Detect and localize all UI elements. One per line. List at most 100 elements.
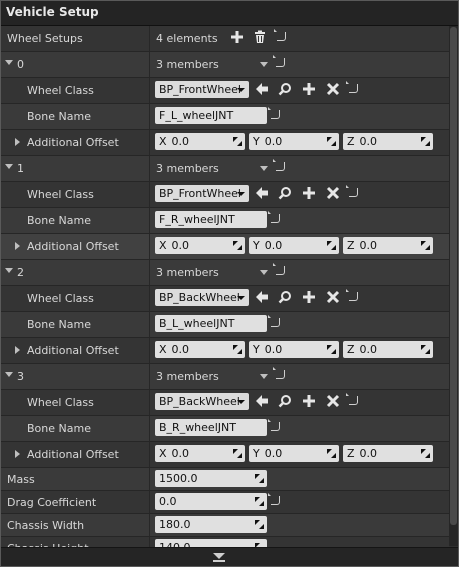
reset-to-default-icon[interactable] xyxy=(346,81,358,93)
expand-advanced-icon[interactable] xyxy=(213,553,225,559)
offset-z-field[interactable]: Z 0.0 xyxy=(343,445,433,462)
bone-name-field[interactable]: F_R_wheelJNT xyxy=(155,211,267,228)
drag-handle-icon xyxy=(421,345,430,354)
arrow-left-icon[interactable] xyxy=(255,186,269,200)
offset-z-field[interactable]: Z 0.0 xyxy=(343,341,433,358)
arrow-left-icon[interactable] xyxy=(255,394,269,408)
wheel-class-combo[interactable]: BP_BackWheel xyxy=(155,289,249,306)
offset-x-field[interactable]: X 0.0 xyxy=(155,237,245,254)
arrow-left-icon[interactable] xyxy=(255,82,269,96)
additional-offset-label: Additional Offset xyxy=(27,136,119,149)
offset-x-field[interactable]: X 0.0 xyxy=(155,133,245,150)
chevron-down-icon xyxy=(237,296,245,300)
drag-handle-icon xyxy=(255,497,264,506)
row-bone-name: Bone Name F_L_wheelJNT xyxy=(1,104,449,130)
chevron-down-icon[interactable] xyxy=(260,62,268,67)
triangle-down-icon[interactable] xyxy=(5,268,13,273)
offset-x-field[interactable]: X 0.0 xyxy=(155,445,245,462)
wheel-index: 0 xyxy=(17,58,24,71)
magnifier-icon[interactable] xyxy=(278,290,292,304)
bone-name-label: Bone Name xyxy=(27,214,91,227)
triangle-right-icon[interactable] xyxy=(15,138,20,146)
drag-handle-icon xyxy=(421,137,430,146)
chevron-down-icon xyxy=(237,192,245,196)
triangle-down-icon[interactable] xyxy=(5,372,13,377)
drag-handle-icon xyxy=(255,520,264,529)
bone-name-field[interactable]: B_L_wheelJNT xyxy=(155,315,267,332)
row-chassis-width: Chassis Width 180.0 xyxy=(1,514,449,537)
triangle-down-icon[interactable] xyxy=(5,164,13,169)
bone-name-label: Bone Name xyxy=(27,110,91,123)
offset-z-field[interactable]: Z 0.0 xyxy=(343,133,433,150)
plus-icon[interactable] xyxy=(302,290,316,304)
triangle-right-icon[interactable] xyxy=(15,450,20,458)
category-title: Vehicle Setup xyxy=(6,5,99,19)
chassis-width-field[interactable]: 180.0 xyxy=(155,516,267,533)
x-icon[interactable] xyxy=(326,82,340,96)
x-icon[interactable] xyxy=(326,394,340,408)
reset-to-default-icon[interactable] xyxy=(274,29,286,41)
mass-field[interactable]: 1500.0 xyxy=(155,470,267,487)
chevron-down-icon[interactable] xyxy=(260,374,268,379)
wheel-class-combo[interactable]: BP_BackWheel xyxy=(155,393,249,410)
trash-icon[interactable] xyxy=(253,30,267,44)
drag-handle-icon xyxy=(421,449,430,458)
triangle-right-icon[interactable] xyxy=(15,346,20,354)
reset-to-default-icon[interactable] xyxy=(273,159,285,171)
offset-z-field[interactable]: Z 0.0 xyxy=(343,237,433,254)
offset-x-field[interactable]: X 0.0 xyxy=(155,341,245,358)
plus-icon[interactable] xyxy=(302,82,316,96)
plus-icon[interactable] xyxy=(302,186,316,200)
row-wheel-1[interactable]: 1 3 members xyxy=(1,156,449,182)
plus-icon[interactable] xyxy=(230,30,244,44)
chassis-width-label: Chassis Width xyxy=(7,519,85,532)
drag-coefficient-field[interactable]: 0.0 xyxy=(155,493,267,510)
wheel-setups-label: Wheel Setups xyxy=(7,32,83,45)
x-icon[interactable] xyxy=(326,290,340,304)
x-icon[interactable] xyxy=(326,186,340,200)
offset-y-field[interactable]: Y 0.0 xyxy=(249,133,339,150)
reset-to-default-icon[interactable] xyxy=(273,55,285,67)
row-wheel-2[interactable]: 2 3 members xyxy=(1,260,449,286)
wheel-class-combo[interactable]: BP_FrontWheel xyxy=(155,185,249,202)
bone-name-field[interactable]: F_L_wheelJNT xyxy=(155,107,267,124)
plus-icon[interactable] xyxy=(302,394,316,408)
reset-to-default-icon[interactable] xyxy=(346,393,358,405)
triangle-right-icon[interactable] xyxy=(15,242,20,250)
reset-to-default-icon[interactable] xyxy=(268,315,280,327)
drag-handle-icon xyxy=(255,474,264,483)
wheel-class-combo[interactable]: BP_FrontWheel xyxy=(155,81,249,98)
reset-to-default-icon[interactable] xyxy=(268,107,280,119)
wheel-class-label: Wheel Class xyxy=(27,292,94,305)
reset-to-default-icon[interactable] xyxy=(268,493,280,505)
offset-y-field[interactable]: Y 0.0 xyxy=(249,445,339,462)
magnifier-icon[interactable] xyxy=(278,82,292,96)
chevron-down-icon[interactable] xyxy=(260,270,268,275)
reset-to-default-icon[interactable] xyxy=(273,367,285,379)
magnifier-icon[interactable] xyxy=(278,186,292,200)
reset-to-default-icon[interactable] xyxy=(346,185,358,197)
reset-to-default-icon[interactable] xyxy=(268,419,280,431)
show-advanced-expander[interactable] xyxy=(1,547,458,566)
row-wheel-class: Wheel Class BP_BackWheel xyxy=(1,390,449,416)
row-bone-name: Bone Name B_L_wheelJNT xyxy=(1,312,449,338)
bone-name-field[interactable]: B_R_wheelJNT xyxy=(155,419,267,436)
scrollbar-thumb[interactable] xyxy=(450,27,457,525)
magnifier-icon[interactable] xyxy=(278,394,292,408)
members-count: 3 members xyxy=(156,162,219,175)
wheel-class-label: Wheel Class xyxy=(27,84,94,97)
row-wheel-0[interactable]: 0 3 members xyxy=(1,52,449,78)
triangle-down-icon[interactable] xyxy=(5,60,13,65)
offset-y-field[interactable]: Y 0.0 xyxy=(249,237,339,254)
wheel-index: 2 xyxy=(17,266,24,279)
reset-to-default-icon[interactable] xyxy=(268,211,280,223)
arrow-left-icon[interactable] xyxy=(255,290,269,304)
category-header-vehicle-setup[interactable]: Vehicle Setup xyxy=(1,1,458,26)
row-wheel-3[interactable]: 3 3 members xyxy=(1,364,449,390)
reset-to-default-icon[interactable] xyxy=(273,263,285,275)
offset-y-field[interactable]: Y 0.0 xyxy=(249,341,339,358)
members-count: 3 members xyxy=(156,58,219,71)
chevron-down-icon[interactable] xyxy=(260,166,268,171)
additional-offset-label: Additional Offset xyxy=(27,448,119,461)
reset-to-default-icon[interactable] xyxy=(346,289,358,301)
